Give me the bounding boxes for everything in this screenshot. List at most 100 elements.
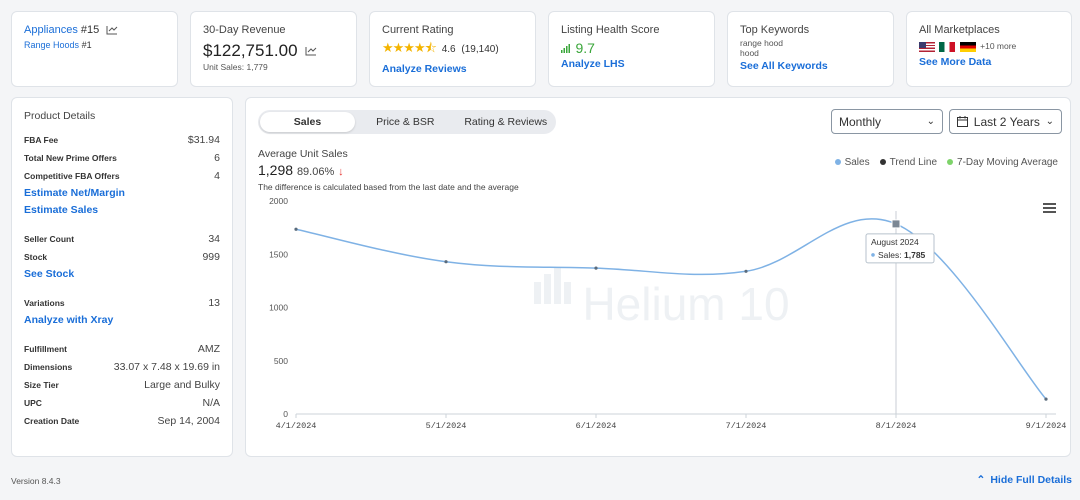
x-tick-label: 8/1/2024 — [876, 421, 917, 431]
upc-label: UPC — [24, 398, 42, 408]
analyze-reviews-link[interactable]: Analyze Reviews — [382, 63, 523, 75]
hide-full-details-label: Hide Full Details — [990, 474, 1072, 486]
star-rating-icon: ★★★★⯪ — [382, 40, 437, 55]
revenue-card: 30-Day Revenue $122,751.00 Unit Sales: 1… — [190, 11, 357, 87]
x-tick-label: 9/1/2024 — [1026, 421, 1067, 431]
unit-sales-value: 1,779 — [246, 62, 268, 72]
mx-flag-icon — [939, 41, 956, 52]
marketplaces-card: All Marketplaces +10 more See More Data — [906, 11, 1072, 87]
keyword-item: hood — [740, 48, 759, 58]
dimensions-value: 33.07 x 7.48 x 19.69 in — [113, 361, 220, 373]
sales-point — [294, 227, 298, 231]
prime-offers-value: 6 — [214, 152, 220, 164]
y-tick-label: 2000 — [269, 196, 288, 206]
fba-fee-value: $31.94 — [187, 134, 220, 146]
legend-moving-average[interactable]: 7-Day Moving Average — [947, 157, 1058, 168]
analyze-xray-link[interactable]: Analyze with Xray — [24, 312, 220, 329]
estimate-sales-link[interactable]: Estimate Sales — [24, 202, 220, 219]
tooltip-label: Sales: 1,785 — [878, 250, 926, 260]
hide-full-details-link[interactable]: ⌃ Hide Full Details — [977, 474, 1073, 486]
legend-dot-trend — [879, 159, 886, 166]
upc-value: N/A — [202, 397, 220, 409]
dimensions-label: Dimensions — [24, 362, 73, 372]
calendar-icon — [957, 116, 968, 127]
category-rank: #15 — [80, 24, 100, 36]
legend-sales[interactable]: Sales — [834, 157, 870, 168]
tooltip-date: August 2024 — [871, 237, 919, 247]
legend-sales-label: Sales — [844, 157, 870, 168]
category-link[interactable]: Appliances — [24, 24, 78, 36]
x-tick-label: 4/1/2024 — [276, 421, 317, 431]
tooltip-dot — [871, 253, 875, 257]
sales-point — [744, 269, 748, 273]
helium10-logo-icon — [534, 268, 571, 304]
listing-health-score: 9.7 — [575, 40, 595, 56]
analyze-lhs-link[interactable]: Analyze LHS — [561, 58, 702, 70]
chart-line-icon[interactable] — [106, 25, 118, 35]
average-unit-sales-value: 1,298 — [258, 162, 294, 178]
date-range-value: Last 2 Years — [973, 114, 1040, 129]
listing-health-title: Listing Health Score — [561, 24, 660, 36]
estimate-margin-link[interactable]: Estimate Net/Margin — [24, 185, 220, 202]
competitive-offers-value: 4 — [214, 170, 220, 182]
sales-point — [444, 260, 448, 264]
variations-label: Variations — [24, 298, 65, 308]
prime-offers-label: Total New Prime Offers — [24, 153, 117, 163]
version-label: Version 8.4.3 — [11, 476, 61, 486]
chart-tabs: Sales Price & BSR Rating & Reviews — [258, 110, 556, 134]
legend-dot-sales — [834, 159, 841, 166]
product-details-title: Product Details — [24, 110, 96, 122]
period-select[interactable]: Monthly ⌄ — [831, 109, 943, 134]
legend-moving-label: 7-Day Moving Average — [957, 157, 1058, 168]
tab-price-bsr[interactable]: Price & BSR — [355, 116, 456, 128]
product-details-panel: Product Details FBA Fee $31.94 Total New … — [11, 97, 233, 457]
date-range-select[interactable]: Last 2 Years ⌄ — [949, 109, 1062, 134]
tab-sales[interactable]: Sales — [260, 112, 355, 132]
unit-sales-label: Unit Sales: — [203, 62, 245, 72]
average-unit-sales-label: Average Unit Sales — [258, 148, 348, 160]
signal-bars-icon — [561, 44, 570, 53]
sales-point-highlight — [891, 219, 901, 229]
rating-count: (19,140) — [461, 44, 499, 55]
stock-value: 999 — [202, 251, 220, 263]
chart-menu-icon[interactable] — [1043, 203, 1056, 215]
legend-dot-moving — [947, 159, 954, 166]
fulfillment-value: AMZ — [197, 343, 220, 355]
us-flag-icon — [919, 41, 935, 52]
see-all-keywords-link[interactable]: See All Keywords — [740, 60, 881, 72]
y-tick-label: 0 — [283, 409, 288, 419]
difference-note: The difference is calculated based from … — [258, 182, 519, 192]
see-stock-link[interactable]: See Stock — [24, 266, 220, 283]
rating-score: 4.6 — [441, 44, 456, 55]
stock-label: Stock — [24, 252, 48, 262]
y-tick-label: 1500 — [269, 249, 288, 259]
marketplaces-title: All Marketplaces — [919, 24, 1000, 36]
seller-count-value: 34 — [208, 233, 220, 245]
creation-date-value: Sep 14, 2004 — [157, 415, 220, 427]
legend-trend[interactable]: Trend Line — [879, 157, 938, 168]
chevron-up-icon: ⌃ — [976, 474, 986, 486]
period-select-value: Monthly — [839, 114, 882, 129]
listing-health-card: Listing Health Score 9.7 Analyze LHS — [548, 11, 715, 87]
legend-trend-label: Trend Line — [889, 157, 938, 168]
subcategory-link[interactable]: Range Hoods — [24, 40, 79, 50]
x-tick-label: 6/1/2024 — [576, 421, 617, 431]
tab-rating-reviews[interactable]: Rating & Reviews — [456, 116, 557, 128]
size-tier-value: Large and Bulky — [144, 379, 220, 391]
competitive-offers-label: Competitive FBA Offers — [24, 171, 120, 181]
rating-title: Current Rating — [382, 24, 454, 36]
y-tick-label: 500 — [274, 356, 288, 366]
category-rank-card: Appliances #15 Range Hoods #1 — [11, 11, 178, 87]
top-keywords-card: Top Keywords range hood hood See All Key… — [727, 11, 894, 87]
variations-value: 13 — [208, 297, 220, 309]
see-more-data-link[interactable]: See More Data — [919, 56, 1059, 68]
sales-point — [1044, 397, 1048, 401]
creation-date-label: Creation Date — [24, 416, 80, 426]
chart-line-icon[interactable] — [305, 46, 317, 56]
revenue-value: $122,751.00 — [203, 41, 298, 60]
de-flag-icon — [959, 41, 976, 52]
size-tier-label: Size Tier — [24, 380, 59, 390]
subcategory-rank: #1 — [81, 40, 92, 50]
more-marketplaces: +10 more — [980, 41, 1017, 51]
difference-percent: 89.06% — [296, 166, 335, 178]
